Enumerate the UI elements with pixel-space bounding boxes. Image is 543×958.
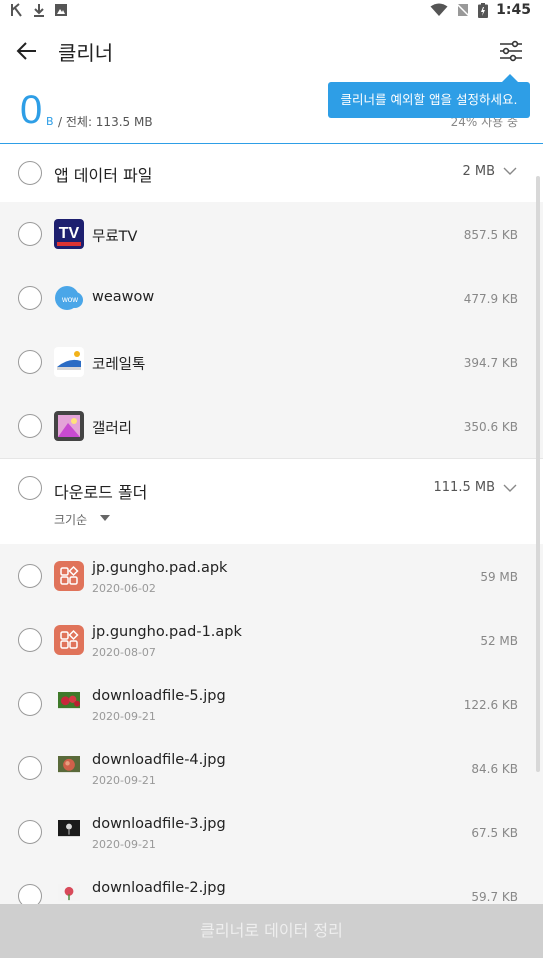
apk-icon (54, 625, 84, 655)
back-arrow-icon[interactable] (14, 38, 40, 64)
wifi-icon (430, 3, 448, 16)
gallery-icon (54, 411, 84, 441)
select-radio[interactable] (18, 414, 42, 438)
sort-dropdown[interactable]: 크기순 (54, 511, 87, 528)
select-radio[interactable] (18, 222, 42, 246)
file-date: 2020-06-02 (92, 582, 156, 595)
select-radio[interactable] (18, 350, 42, 374)
list-item[interactable]: downloadfile-5.jpg 2020-09-21 122.6 KB (0, 672, 543, 736)
filter-settings-icon[interactable] (497, 37, 525, 65)
item-name: 코레일톡 (92, 357, 146, 373)
select-radio[interactable] (18, 884, 42, 904)
select-radio[interactable] (18, 820, 42, 844)
file-size: 59.7 KB (471, 890, 518, 904)
item-name: weawow (92, 289, 155, 305)
strawberry-thumbnail (58, 692, 80, 709)
file-name: downloadfile-5.jpg (92, 688, 226, 704)
file-name: downloadfile-2.jpg (92, 880, 226, 896)
download-icon (34, 4, 44, 17)
list-item[interactable]: wow weawow 477.9 KB (0, 266, 543, 330)
no-sim-icon (456, 3, 470, 17)
flower-thumbnail (58, 884, 80, 901)
status-bar: 1:45 (0, 0, 543, 24)
list-item[interactable]: TV 무료TV 857.5 KB (0, 202, 543, 266)
item-size: 477.9 KB (463, 292, 518, 306)
select-radio[interactable] (18, 756, 42, 780)
section-label: 다운로드 폴더 (54, 483, 148, 502)
svg-text:wow: wow (61, 295, 78, 304)
tooltip-arrow (502, 74, 518, 82)
download-folder-section[interactable]: 다운로드 폴더 111.5 MB 크기순 (0, 458, 543, 544)
weawow-icon: wow (54, 283, 84, 313)
file-date: 2020-09-21 (92, 838, 156, 851)
select-radio[interactable] (18, 286, 42, 310)
list-item[interactable]: 갤러리 350.6 KB (0, 394, 543, 458)
file-size: 84.6 KB (471, 762, 518, 776)
dark-thumbnail (58, 820, 80, 837)
file-size: 52 MB (480, 634, 518, 648)
file-name: jp.gungho.pad-1.apk (92, 624, 242, 640)
image-icon (55, 4, 67, 16)
file-date: 2020-08-07 (92, 646, 156, 659)
clean-data-button[interactable]: 클리너로 데이터 정리 (0, 904, 543, 958)
item-size: 394.7 KB (463, 356, 518, 370)
apple-thumbnail (58, 756, 80, 773)
selected-size-value: 0 (20, 88, 43, 132)
cleaner-list: 앱 데이터 파일 2 MB TV 무료TV 857.5 KB wow weawo… (0, 144, 543, 904)
file-name: downloadfile-4.jpg (92, 752, 226, 768)
tv-app-icon: TV (54, 219, 84, 249)
scrollbar[interactable] (536, 176, 540, 772)
item-name: 갤러리 (92, 421, 133, 437)
file-name: downloadfile-3.jpg (92, 816, 226, 832)
list-item[interactable]: downloadfile-4.jpg 2020-09-21 84.6 KB (0, 736, 543, 800)
page-title: 클리너 (58, 41, 114, 65)
list-item[interactable]: 코레일톡 394.7 KB (0, 330, 543, 394)
chevron-down-icon[interactable] (503, 166, 517, 176)
apk-icon (54, 561, 84, 591)
file-date: 2020-09-21 (92, 774, 156, 787)
total-size: / 전체: 113.5 MB (58, 115, 153, 129)
file-size: 122.6 KB (463, 698, 518, 712)
app-bar: 클리너 (0, 24, 543, 78)
item-size: 350.6 KB (463, 420, 518, 434)
battery-icon (478, 2, 489, 18)
svg-text:TV: TV (59, 225, 80, 242)
chevron-down-icon[interactable] (503, 483, 517, 493)
list-item[interactable]: downloadfile-2.jpg 59.7 KB (0, 864, 543, 904)
korail-icon (54, 347, 84, 377)
select-radio[interactable] (18, 564, 42, 588)
select-radio[interactable] (18, 476, 42, 500)
item-size: 857.5 KB (463, 228, 518, 242)
section-size: 111.5 MB (433, 480, 495, 495)
list-item[interactable]: downloadfile-3.jpg 2020-09-21 67.5 KB (0, 800, 543, 864)
section-label: 앱 데이터 파일 (54, 166, 153, 185)
item-name: 무료TV (92, 229, 138, 245)
download-list: jp.gungho.pad.apk 2020-06-02 59 MB jp.gu… (0, 544, 543, 904)
app-data-section[interactable]: 앱 데이터 파일 2 MB (0, 144, 543, 202)
k-icon (11, 3, 22, 17)
select-radio[interactable] (18, 628, 42, 652)
file-name: jp.gungho.pad.apk (92, 560, 228, 576)
list-item[interactable]: jp.gungho.pad-1.apk 2020-08-07 52 MB (0, 608, 543, 672)
select-radio[interactable] (18, 161, 42, 185)
file-size: 59 MB (480, 570, 518, 584)
caret-down-icon[interactable] (100, 515, 110, 521)
exclusion-tooltip[interactable]: 클리너를 예외할 앱을 설정하세요. (328, 82, 530, 118)
list-item[interactable]: jp.gungho.pad.apk 2020-06-02 59 MB (0, 544, 543, 608)
section-size: 2 MB (462, 164, 495, 179)
clock-time: 1:45 (496, 2, 531, 18)
select-radio[interactable] (18, 692, 42, 716)
file-size: 67.5 KB (471, 826, 518, 840)
app-data-list: TV 무료TV 857.5 KB wow weawow 477.9 KB 코레일… (0, 202, 543, 458)
file-date: 2020-09-21 (92, 710, 156, 723)
selected-size-unit: B (46, 115, 54, 128)
